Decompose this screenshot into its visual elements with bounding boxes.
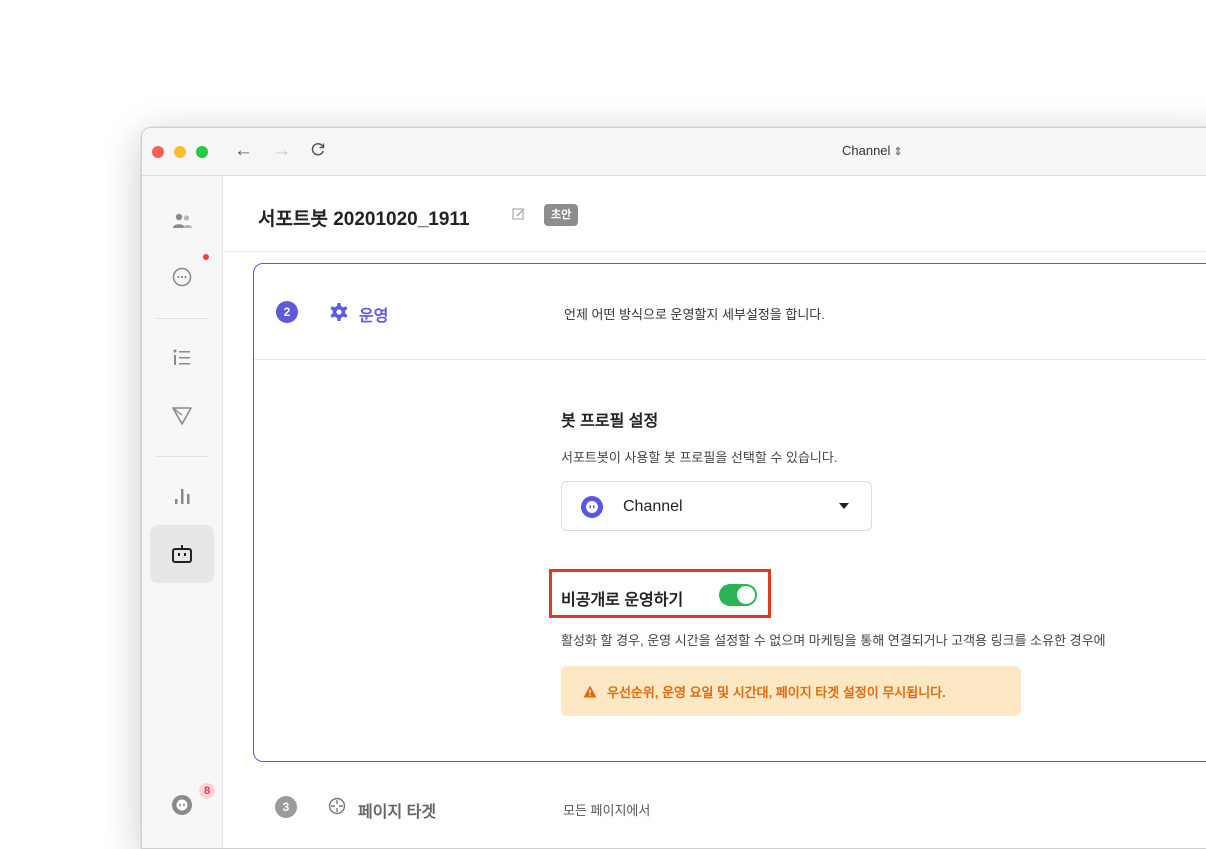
minimize-window-button[interactable] [174, 146, 186, 158]
reload-button[interactable] [310, 139, 326, 163]
sidebar-item-stats[interactable] [150, 467, 214, 525]
chevron-updown-icon: ⇕ [893, 146, 903, 158]
step-description: 모든 페이지에서 [563, 803, 651, 818]
sidebar-item-chat[interactable] [150, 248, 214, 306]
step-header[interactable]: 2 운영 언제 어떤 방식으로 운영할지 세부설정을 합니다. [254, 264, 1206, 360]
private-mode-label: 비공개로 운영하기 [561, 592, 684, 609]
alert-dot [203, 254, 209, 260]
step-title: 운영 [359, 308, 389, 325]
profile-section-title: 봇 프로필 설정 [561, 413, 659, 430]
toggle-knob [737, 586, 755, 604]
url-label: Channel [842, 143, 891, 158]
page-title: 서포트봇 20201020_1911 [258, 209, 470, 230]
edit-icon [512, 208, 525, 220]
title-bar: ← → Channel ⇕ [142, 128, 1206, 176]
edit-title-button[interactable] [512, 207, 526, 226]
reload-icon [311, 143, 325, 156]
page-header: 서포트봇 20201020_1911 초안 [223, 176, 1206, 252]
users-icon [173, 213, 192, 228]
step-description: 언제 어떤 방식으로 운영할지 세부설정을 합니다. [564, 307, 825, 322]
sidebar-item-list[interactable] [150, 329, 214, 387]
page-target-step[interactable]: 3 페이지 타겟 모든 페이지에서 [253, 773, 1206, 843]
close-window-button[interactable] [152, 146, 164, 158]
list-icon [173, 349, 190, 365]
sidebar: 8 [142, 176, 223, 848]
sidebar-item-send[interactable] [150, 387, 214, 445]
operation-step-card: 2 운영 언제 어떤 방식으로 운영할지 세부설정을 합니다. 봇 프로필 설정… [253, 263, 1206, 762]
status-badge: 초안 [544, 204, 579, 226]
step-number: 2 [276, 301, 298, 323]
step-number: 3 [275, 796, 297, 818]
bot-avatar-icon [581, 496, 603, 518]
chat-bubble-icon [172, 267, 192, 287]
sidebar-divider [156, 318, 208, 319]
warning-banner: 우선순위, 운영 요일 및 시간대, 페이지 타겟 설정이 무시됩니다. [561, 666, 1021, 716]
selected-profile-name: Channel [623, 498, 683, 515]
browser-window: ← → Channel ⇕ 8 서포트봇 20201020_1911 초안 2 … [141, 127, 1206, 849]
gear-icon [329, 302, 349, 327]
url-selector[interactable]: Channel ⇕ [842, 143, 903, 158]
sidebar-item-users[interactable] [150, 192, 214, 250]
notification-count-badge: 8 [199, 783, 215, 799]
sidebar-item-bot[interactable] [150, 525, 214, 583]
warning-text: 우선순위, 운영 요일 및 시간대, 페이지 타겟 설정이 무시됩니다. [607, 684, 946, 700]
warning-icon [583, 685, 597, 697]
sidebar-profile[interactable]: 8 [150, 776, 215, 834]
private-mode-toggle[interactable] [719, 584, 757, 606]
bot-avatar-icon [172, 795, 192, 815]
bot-profile-select[interactable]: Channel [561, 481, 872, 531]
forward-button[interactable]: → [272, 139, 291, 163]
step-title: 페이지 타겟 [358, 804, 437, 821]
private-mode-description: 활성화 할 경우, 운영 시간을 설정할 수 없으며 마케팅을 통해 연결되거나… [561, 633, 1106, 648]
maximize-window-button[interactable] [196, 146, 208, 158]
caret-down-icon [839, 503, 849, 509]
profile-section-description: 서포트봇이 사용할 봇 프로필을 선택할 수 있습니다. [561, 450, 838, 465]
bar-chart-icon [175, 489, 190, 504]
sidebar-divider [156, 456, 208, 457]
send-icon [172, 407, 192, 425]
bot-icon [172, 545, 192, 563]
crosshair-icon [328, 797, 346, 820]
back-button[interactable]: ← [234, 139, 253, 163]
